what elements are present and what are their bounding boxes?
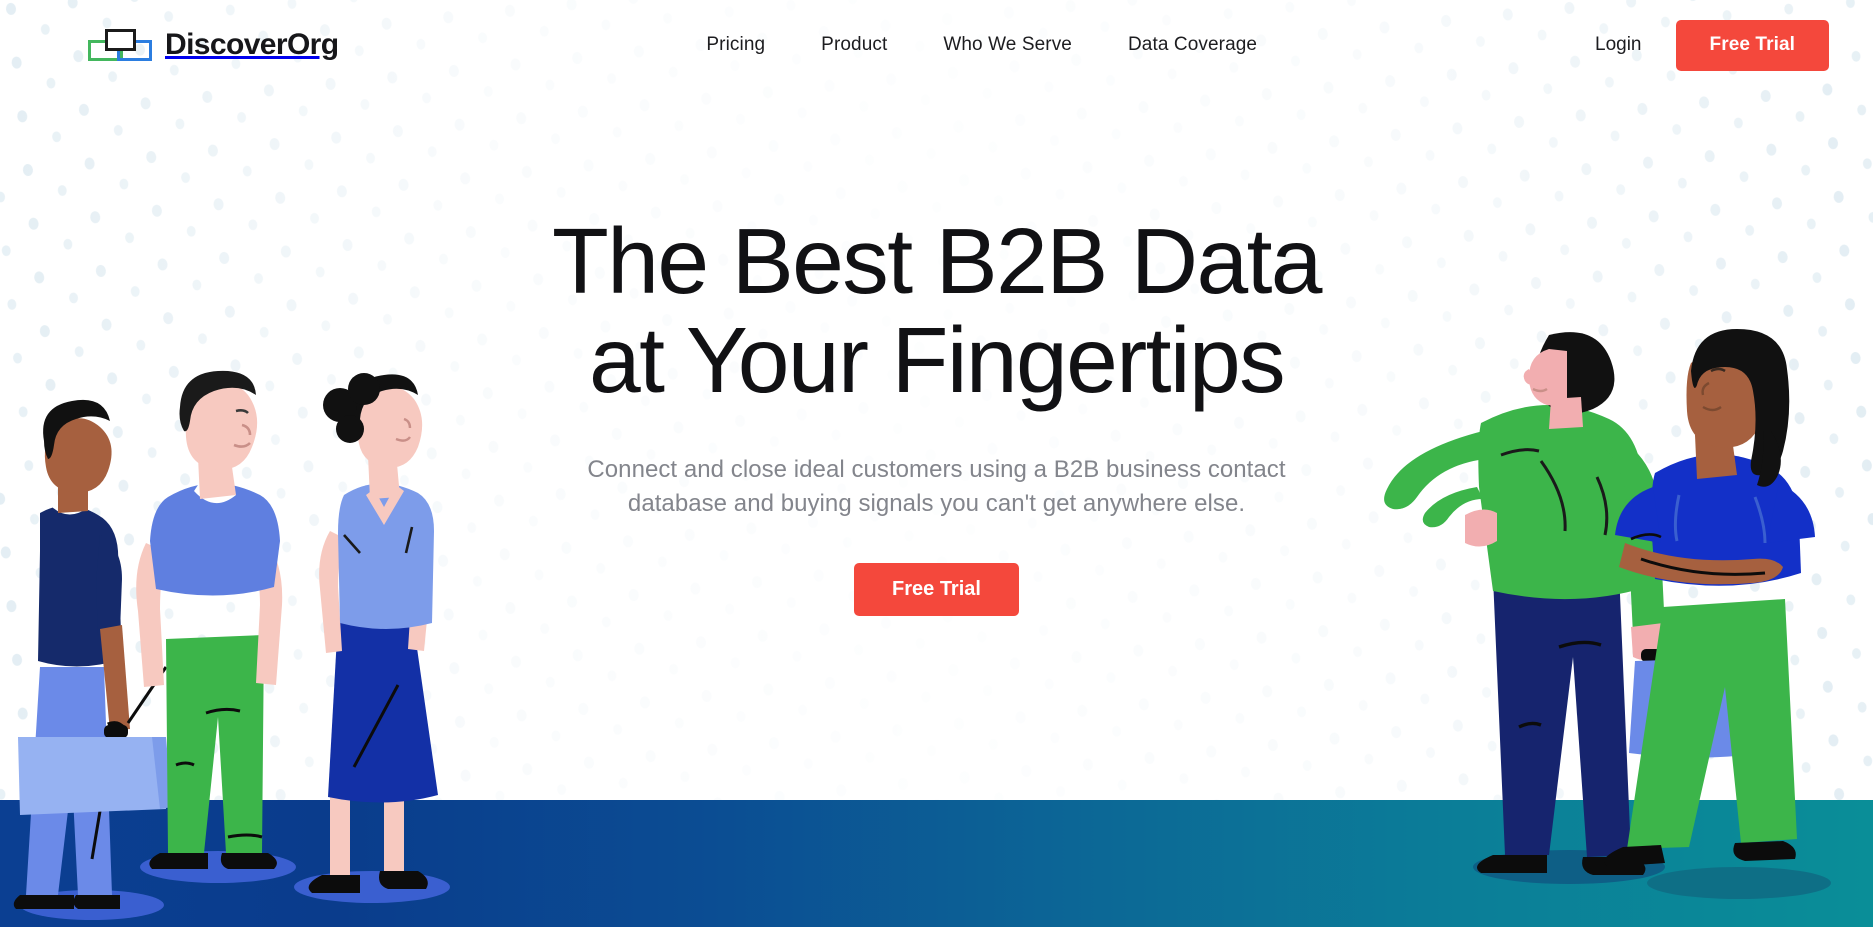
login-link[interactable]: Login [1595, 34, 1642, 56]
header-actions: Login Free Trial [1595, 19, 1829, 71]
figure-woman-blue-top-green-pants [1604, 329, 1815, 867]
nav-item-pricing[interactable]: Pricing [706, 34, 765, 56]
hero-free-trial-button[interactable]: Free Trial [854, 563, 1019, 617]
nav-item-who-we-serve[interactable]: Who We Serve [943, 34, 1072, 56]
nav-item-data-coverage[interactable]: Data Coverage [1128, 34, 1257, 56]
figure-man-blue-polo-green-pants [136, 370, 283, 869]
logo-rect-black [105, 28, 136, 51]
header-free-trial-button[interactable]: Free Trial [1675, 19, 1829, 71]
hero-title: The Best B2B Data at Your Fingertips [552, 209, 1322, 412]
primary-navigation: Pricing Product Who We Serve Data Covera… [368, 34, 1595, 56]
discoverorg-logo-icon [88, 28, 152, 62]
hero-section: The Best B2B Data at Your Fingertips Con… [0, 0, 1873, 800]
nav-item-product[interactable]: Product [821, 34, 887, 56]
brand-name: DiscoverOrg [165, 28, 339, 61]
landing-page: DiscoverOrg Pricing Product Who We Serve… [0, 0, 1873, 927]
brand-logo-link[interactable]: DiscoverOrg [88, 28, 339, 62]
ground-band [0, 800, 1873, 927]
site-header: DiscoverOrg Pricing Product Who We Serve… [0, 0, 1873, 90]
figure-man-green-sweater-briefcase [1384, 332, 1775, 875]
hero-subtitle: Connect and close ideal customers using … [587, 456, 1286, 518]
